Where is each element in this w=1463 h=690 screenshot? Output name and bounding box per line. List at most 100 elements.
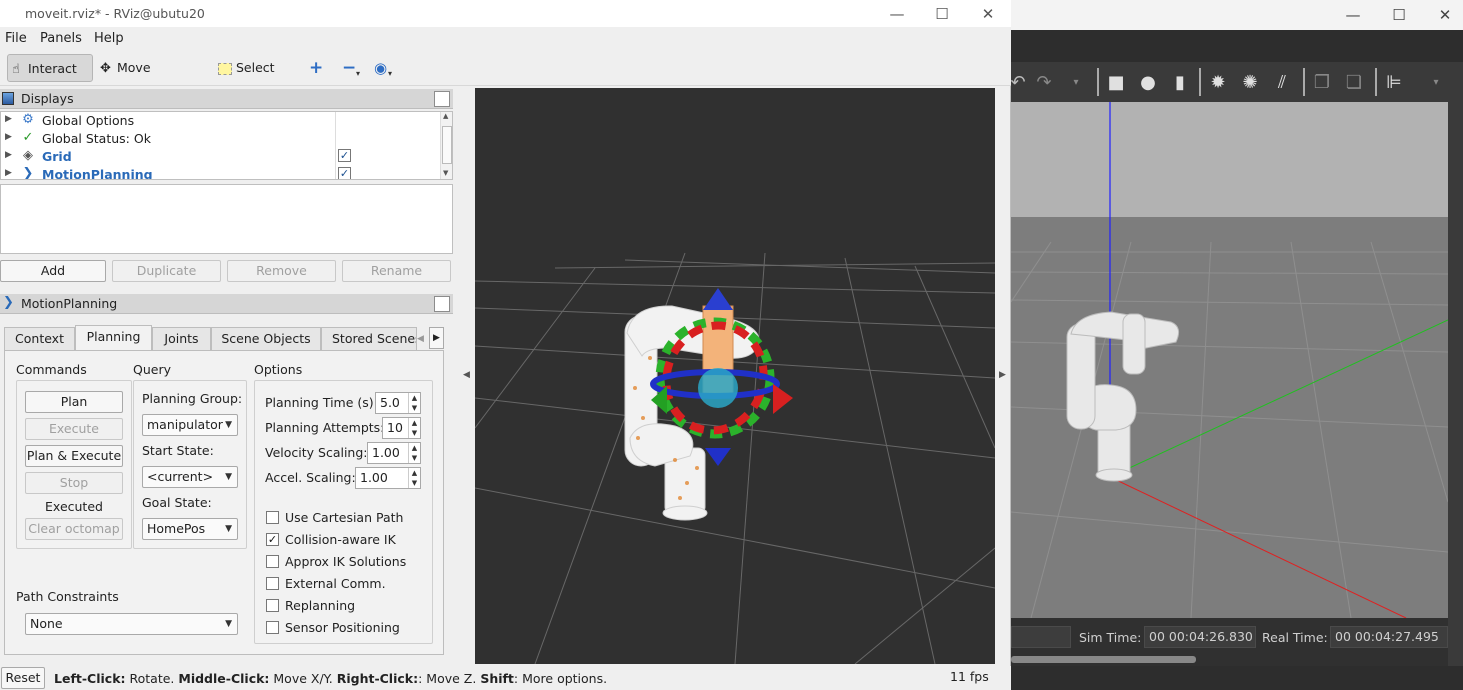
checkbox-box[interactable] <box>266 555 279 568</box>
spin-arrows-icon[interactable]: ▲ ▼ <box>408 468 420 488</box>
cylinder-shape-icon[interactable]: ▮ <box>1169 72 1191 94</box>
planning-attempts-spinbox[interactable]: 10 ▲ ▼ <box>382 417 421 439</box>
checkbox-box[interactable] <box>266 577 279 590</box>
motion-planning-panel-title: MotionPlanning <box>21 296 118 311</box>
velocity-scaling-spinbox[interactable]: 1.00 ▲ ▼ <box>367 442 421 464</box>
spot-light-icon[interactable]: ✺ <box>1239 72 1261 94</box>
tree-item-motionplanning[interactable]: ▶ ❯ MotionPlanning ✓ <box>1 166 441 179</box>
path-constraints-label: Path Constraints <box>16 589 119 604</box>
stop-button[interactable]: Stop <box>25 472 123 494</box>
gazebo-scene[interactable] <box>1011 102 1448 618</box>
checkbox-label: Collision-aware IK <box>285 532 396 547</box>
sphere-shape-icon[interactable]: ● <box>1137 72 1159 94</box>
tab-scroll-right-icon[interactable]: ▶ <box>429 327 444 349</box>
remove-tool-icon[interactable]: − ▾ <box>338 54 366 82</box>
middle-click-key: Middle-Click: <box>178 671 270 686</box>
scroll-up-icon[interactable]: ▲ <box>443 112 448 120</box>
accel-scaling-spinbox[interactable]: 1.00 ▲ ▼ <box>355 467 421 489</box>
box-shape-icon[interactable]: ■ <box>1105 72 1127 94</box>
tree-item-global-status[interactable]: ▶ ✓ Global Status: Ok <box>1 130 441 148</box>
goal-state-select[interactable]: HomePos ▼ <box>142 518 238 540</box>
chevron-down-icon: ▼ <box>225 524 232 534</box>
checkbox-box[interactable] <box>266 511 279 524</box>
tree-item-global-options[interactable]: ▶ ⚙ Global Options <box>1 112 441 130</box>
point-light-icon[interactable]: ✹ <box>1207 72 1229 94</box>
add-display-button[interactable]: Add <box>0 260 106 282</box>
gazebo-right-sidebar[interactable] <box>1448 62 1463 666</box>
tree-vertical-scrollbar[interactable]: ▲ ▼ <box>440 112 452 179</box>
scrollbar-thumb[interactable] <box>442 126 452 164</box>
real-time-label: Real Time: <box>1262 630 1328 645</box>
expand-arrow-icon[interactable]: ▶ <box>5 114 12 124</box>
collapse-left-icon[interactable]: ◀ <box>463 370 470 380</box>
checkbox-box[interactable] <box>266 621 279 634</box>
tab-stored-scenes[interactable]: Stored Scenes <box>321 327 417 351</box>
path-constraints-select[interactable]: None ▼ <box>25 613 238 635</box>
tab-planning[interactable]: Planning <box>75 325 152 351</box>
minimize-icon[interactable]: — <box>1341 4 1365 26</box>
maximize-icon[interactable]: ☐ <box>1387 4 1411 26</box>
add-tool-icon[interactable]: + <box>305 54 327 82</box>
remove-display-button[interactable]: Remove <box>227 260 336 282</box>
displays-tree: ▶ ⚙ Global Options ▶ ✓ Global Status: Ok… <box>0 111 453 180</box>
redo-icon[interactable]: ↷ <box>1033 72 1055 94</box>
gazebo-horizontal-scrollbar[interactable] <box>1011 656 1196 663</box>
interact-tool-button[interactable]: ☝ Interact <box>7 54 93 82</box>
tab-joints[interactable]: Joints <box>152 327 211 351</box>
rename-display-button[interactable]: Rename <box>342 260 451 282</box>
expand-arrow-icon[interactable]: ▶ <box>5 150 12 160</box>
planning-group-select[interactable]: manipulator ▼ <box>142 414 238 436</box>
redo-dropdown-icon[interactable]: ▾ <box>1065 72 1087 94</box>
plan-and-execute-button[interactable]: Plan & Execute <box>25 445 123 467</box>
goal-state-label: Goal State: <box>142 495 212 510</box>
checkbox-box[interactable] <box>266 599 279 612</box>
tab-context[interactable]: Context <box>4 327 75 351</box>
more-dropdown-icon[interactable]: ▾ <box>1425 72 1447 94</box>
right-click-key: Right-Click: <box>336 671 419 686</box>
maximize-icon[interactable]: ☐ <box>929 3 955 25</box>
move-camera-tool-button[interactable]: ✥Move Camera <box>96 54 196 104</box>
status-hint: Left-Click: Rotate. Middle-Click: Move X… <box>54 671 607 686</box>
align-icon[interactable]: ⊫ <box>1383 72 1405 94</box>
spin-arrows-icon[interactable]: ▲ ▼ <box>408 393 420 413</box>
chevron-down-icon: ▼ <box>225 420 232 430</box>
displays-panel-float-checkbox[interactable] <box>434 91 450 107</box>
planning-time-spinbox[interactable]: 5.0 ▲ ▼ <box>375 392 421 414</box>
menu-help[interactable]: Help <box>94 31 124 46</box>
menu-panels[interactable]: Panels <box>40 31 82 46</box>
scroll-down-icon[interactable]: ▼ <box>443 169 448 177</box>
copy-icon[interactable]: ❐ <box>1311 72 1333 94</box>
select-tool-button[interactable]: Select <box>214 54 276 82</box>
expand-arrow-icon[interactable]: ▶ <box>5 132 12 142</box>
expand-arrow-icon[interactable]: ▶ <box>5 168 12 178</box>
spin-arrows-icon[interactable]: ▲ ▼ <box>408 418 420 438</box>
start-state-select[interactable]: <current> ▼ <box>142 466 238 488</box>
close-icon[interactable]: ✕ <box>975 3 1001 25</box>
reset-button[interactable]: Reset <box>1 667 45 689</box>
tab-scroll-left-icon[interactable]: ◀ <box>417 328 429 350</box>
tab-scene-objects[interactable]: Scene Objects <box>211 327 321 351</box>
checkbox-box[interactable]: ✓ <box>266 533 279 546</box>
paste-icon[interactable]: ❏ <box>1343 72 1365 94</box>
motionplanning-enabled-checkbox[interactable]: ✓ <box>338 167 351 179</box>
clear-octomap-button[interactable]: Clear octomap <box>25 518 123 540</box>
directional-light-icon[interactable]: ⫽ <box>1271 72 1293 94</box>
duplicate-display-button[interactable]: Duplicate <box>112 260 221 282</box>
spin-arrows-icon[interactable]: ▲ ▼ <box>408 443 420 463</box>
interact-tool-label: Interact <box>28 61 77 76</box>
planning-attempts-label: Planning Attempts: <box>265 420 385 435</box>
statusbar: Reset Left-Click: Rotate. Middle-Click: … <box>0 666 1011 690</box>
tree-item-grid[interactable]: ▶ ◈ Grid ✓ <box>1 148 441 166</box>
left-click-desc: Rotate. <box>125 671 179 686</box>
grid-enabled-checkbox[interactable]: ✓ <box>338 149 351 162</box>
execute-button[interactable]: Execute <box>25 418 123 440</box>
collapse-right-icon[interactable]: ▶ <box>999 370 1006 380</box>
planning-time-label: Planning Time (s): <box>265 395 378 410</box>
view-eye-icon[interactable]: ◉ ▾ <box>370 54 398 82</box>
minimize-icon[interactable]: — <box>884 3 910 25</box>
close-icon[interactable]: ✕ <box>1433 4 1457 26</box>
rviz-3d-viewport[interactable] <box>475 88 995 664</box>
plan-button[interactable]: Plan <box>25 391 123 413</box>
motion-planning-float-checkbox[interactable] <box>434 296 450 312</box>
menu-file[interactable]: File <box>5 31 27 46</box>
